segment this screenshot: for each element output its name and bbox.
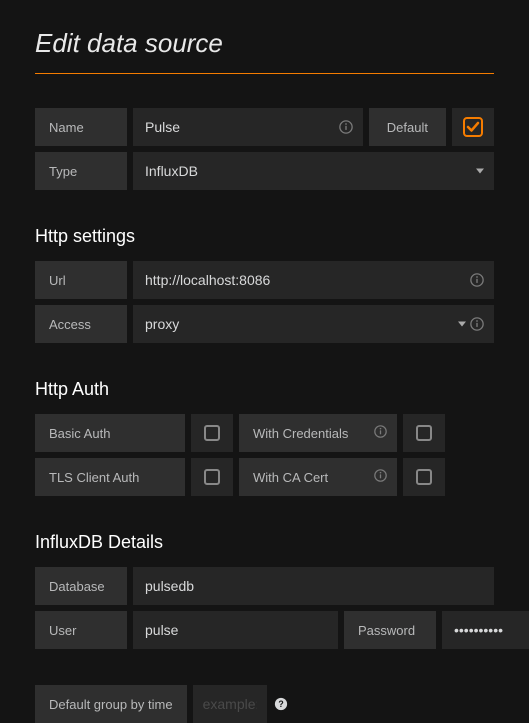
checkmark-icon	[463, 117, 483, 137]
database-label: Database	[35, 567, 127, 605]
access-label: Access	[35, 305, 127, 343]
default-label: Default	[369, 108, 446, 146]
database-input[interactable]	[133, 567, 494, 605]
info-icon	[470, 317, 484, 331]
name-input-wrap[interactable]	[133, 108, 363, 146]
with-credentials-label: With Credentials	[239, 414, 397, 452]
info-icon	[339, 120, 353, 134]
chevron-down-icon	[458, 322, 466, 327]
ca-cert-text: With CA Cert	[253, 470, 328, 485]
checkbox-empty-icon	[204, 469, 220, 485]
user-input[interactable]	[133, 611, 338, 649]
type-value: InfluxDB	[145, 163, 198, 179]
with-credentials-checkbox[interactable]	[403, 414, 445, 452]
page-title: Edit data source	[35, 20, 494, 74]
user-label: User	[35, 611, 127, 649]
group-by-label: Default group by time	[35, 685, 187, 723]
type-label: Type	[35, 152, 127, 190]
tls-auth-label: TLS Client Auth	[35, 458, 185, 496]
group-by-input[interactable]	[193, 685, 267, 723]
type-select[interactable]: InfluxDB	[133, 152, 494, 190]
http-auth-title: Http Auth	[35, 379, 494, 400]
http-settings-title: Http settings	[35, 226, 494, 247]
ca-cert-label: With CA Cert	[239, 458, 397, 496]
default-checkbox[interactable]	[452, 108, 494, 146]
access-select[interactable]: proxy	[133, 305, 494, 343]
with-credentials-text: With Credentials	[253, 426, 348, 441]
info-icon	[470, 273, 484, 287]
help-icon[interactable]: ?	[273, 697, 289, 711]
tls-auth-checkbox[interactable]	[191, 458, 233, 496]
access-value: proxy	[145, 316, 179, 332]
url-input-wrap[interactable]	[133, 261, 494, 299]
checkbox-empty-icon	[416, 425, 432, 441]
svg-text:?: ?	[278, 699, 283, 709]
chevron-down-icon	[476, 169, 484, 174]
info-icon	[374, 425, 387, 441]
checkbox-empty-icon	[204, 425, 220, 441]
password-input[interactable]	[442, 611, 529, 649]
basic-auth-label: Basic Auth	[35, 414, 185, 452]
url-input[interactable]	[145, 261, 482, 299]
ca-cert-checkbox[interactable]	[403, 458, 445, 496]
checkbox-empty-icon	[416, 469, 432, 485]
url-label: Url	[35, 261, 127, 299]
influx-details-title: InfluxDB Details	[35, 532, 494, 553]
name-input[interactable]	[145, 108, 351, 146]
password-label: Password	[344, 611, 436, 649]
basic-auth-checkbox[interactable]	[191, 414, 233, 452]
name-label: Name	[35, 108, 127, 146]
info-icon	[374, 469, 387, 485]
